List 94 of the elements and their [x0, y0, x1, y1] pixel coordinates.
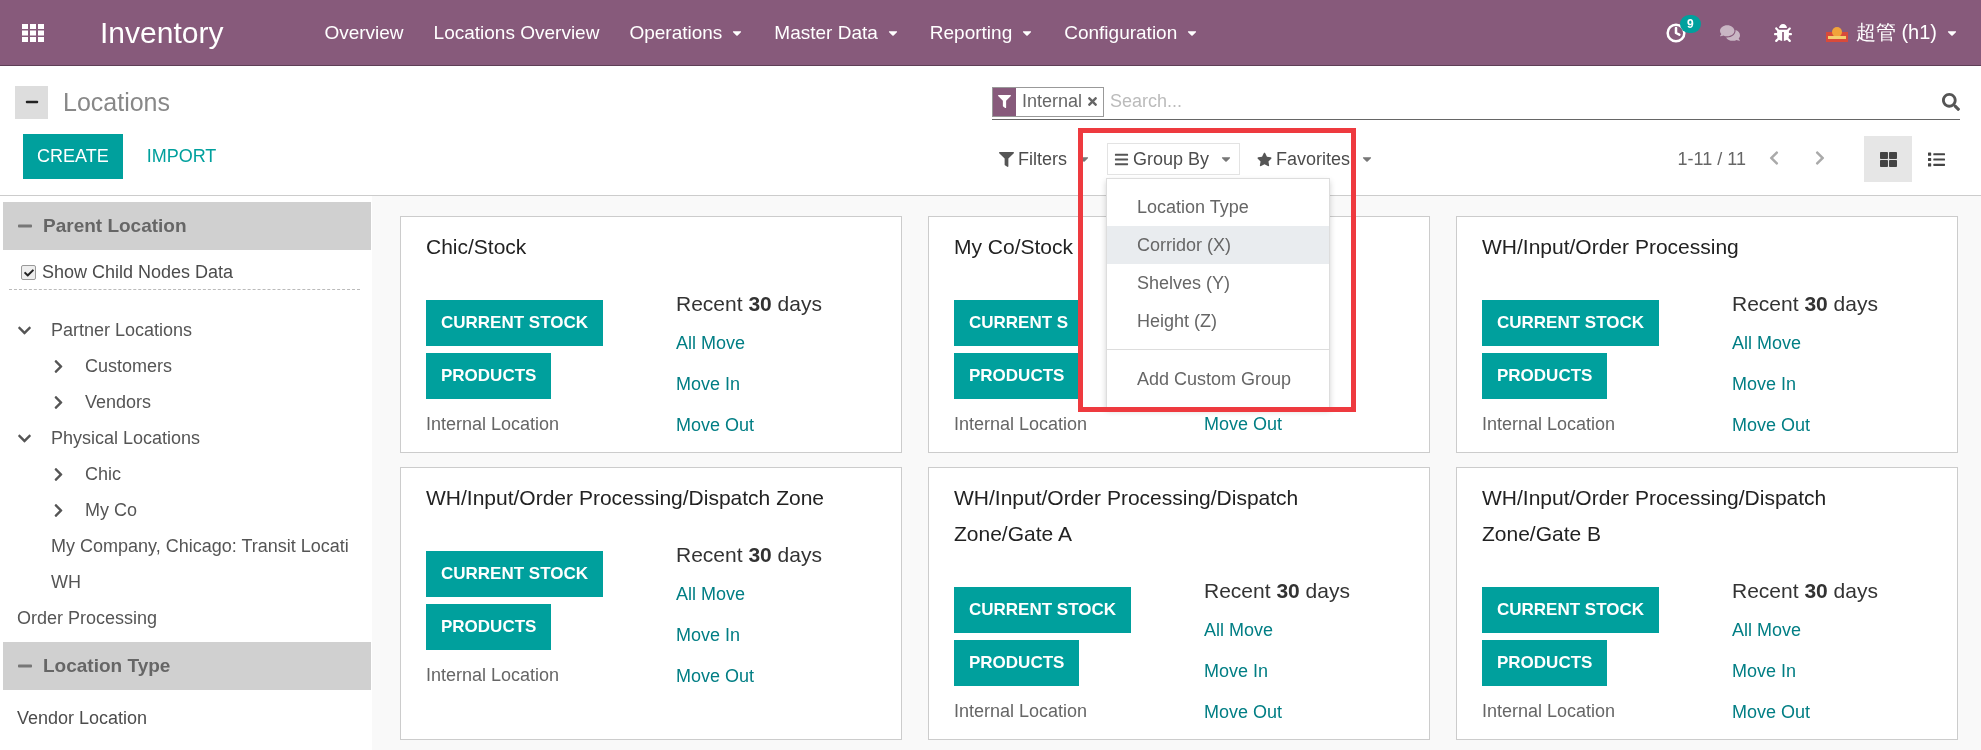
menu-item[interactable]: Reporting — [914, 21, 1050, 44]
current-stock-button[interactable]: CURRENT STOCK — [426, 300, 604, 346]
facet-label: Internal — [1021, 91, 1084, 112]
location-type: Internal Location — [426, 665, 560, 686]
create-button[interactable]: CREATE — [23, 134, 123, 179]
move-link[interactable]: Move In — [676, 625, 741, 646]
list-icon — [1927, 150, 1945, 168]
menu-item[interactable]: Overview — [309, 21, 419, 44]
move-link[interactable]: Move In — [676, 374, 741, 395]
menu-option[interactable]: Height (Z) — [1107, 302, 1329, 340]
tree-item[interactable]: Customers — [3, 348, 372, 384]
tree-item[interactable]: Order Processing — [3, 600, 372, 636]
grid-icon — [1879, 150, 1897, 168]
card-title: Chic/Stock — [426, 234, 527, 260]
move-link[interactable]: Move In — [1732, 661, 1797, 682]
search-bar[interactable]: Internal Search... — [992, 84, 1960, 120]
pager: 1-11 / 11 — [1677, 148, 1746, 170]
tree-item[interactable]: Physical Locations — [3, 420, 372, 456]
menu-option[interactable]: Location Type — [1107, 188, 1329, 226]
chat-icon[interactable] — [1719, 22, 1740, 43]
tree-item[interactable]: Partner Locations — [3, 312, 372, 348]
recent-days: Recent 30 days — [1204, 579, 1350, 603]
move-link[interactable]: All Move — [1732, 620, 1802, 641]
card-title: WH/Input/Order Processing/Dispatch Zone/Gate A — [954, 485, 1300, 547]
location-type: Internal Location — [1482, 414, 1616, 435]
search-option-toggle[interactable]: Group By — [1107, 143, 1241, 175]
import-button[interactable]: IMPORT — [132, 134, 231, 179]
move-link[interactable]: Move In — [1204, 661, 1269, 682]
recent-days: Recent 30 days — [1732, 292, 1878, 316]
filter-item[interactable]: Vendor Location — [3, 690, 372, 729]
tree-item[interactable]: Vendors — [3, 384, 372, 420]
tree-item[interactable]: My Company, Chicago: Transit Locati — [3, 528, 372, 564]
move-link[interactable]: All Move — [1732, 333, 1802, 354]
menu-item[interactable]: Operations — [614, 21, 760, 44]
menu-item[interactable]: Master Data — [759, 21, 915, 44]
move-link[interactable]: Move In — [1732, 374, 1797, 395]
menu-option[interactable]: Shelves (Y) — [1107, 264, 1329, 302]
current-stock-button[interactable]: CURRENT STOCK — [1482, 587, 1660, 633]
card-title: WH/Input/Order Processing/Dispatch Zone/Gate B — [1482, 485, 1828, 547]
search-facet[interactable]: Internal — [992, 86, 1105, 117]
card-title: WH/Input/Order Processing — [1482, 234, 1739, 260]
kanban-view-button[interactable] — [1864, 136, 1912, 182]
star-icon — [1257, 151, 1272, 167]
checkbox[interactable] — [21, 265, 36, 280]
section-header[interactable]: Location Type — [3, 642, 371, 690]
location-type: Internal Location — [1482, 701, 1616, 722]
move-link[interactable]: Move Out — [676, 415, 755, 436]
current-stock-button[interactable]: CURRENT STOCK — [1482, 300, 1660, 346]
recent-days: Recent 30 days — [676, 543, 822, 567]
products-button[interactable]: PRODUCTS — [1482, 640, 1608, 686]
recent-days: Recent 30 days — [676, 292, 822, 316]
user-menu[interactable]: 超管 (h1) — [1825, 19, 1959, 46]
move-link[interactable]: Move Out — [1204, 414, 1283, 435]
products-button[interactable]: PRODUCTS — [1482, 353, 1608, 399]
breadcrumb: Locations — [63, 87, 171, 117]
menu-item[interactable]: Configuration — [1049, 21, 1215, 44]
checkbox-label: Show Child Nodes Data — [42, 262, 234, 283]
products-button[interactable]: PRODUCTS — [954, 640, 1080, 686]
move-link[interactable]: All Move — [1204, 620, 1274, 641]
tree-item[interactable]: Chic — [3, 456, 372, 492]
search-icon[interactable] — [1942, 92, 1960, 111]
move-link[interactable]: Move Out — [676, 666, 755, 687]
card-title: WH/Input/Order Processing/Dispatch Zone — [426, 485, 824, 511]
tree-item[interactable]: WH — [3, 564, 372, 600]
close-icon[interactable] — [1086, 95, 1100, 108]
count-badge: 9 — [1679, 14, 1701, 33]
products-button[interactable]: PRODUCTS — [426, 604, 552, 650]
clock-icon[interactable] — [1665, 22, 1686, 43]
location-type: Internal Location — [954, 701, 1088, 722]
recent-days: Recent 30 days — [1732, 579, 1878, 603]
location-type: Internal Location — [954, 414, 1088, 435]
tree-item[interactable]: My Co — [3, 492, 372, 528]
toggle-sidebar-button[interactable] — [15, 85, 48, 119]
bug-icon[interactable] — [1773, 23, 1792, 42]
move-link[interactable]: All Move — [676, 584, 746, 605]
bars-icon — [1114, 151, 1129, 167]
section-header[interactable]: Parent Location — [3, 202, 371, 250]
filter-icon — [998, 95, 1011, 108]
location-type: Internal Location — [426, 414, 560, 435]
app-name: Inventory — [100, 15, 224, 50]
current-stock-button[interactable]: CURRENT STOCK — [426, 551, 604, 597]
menu-option[interactable]: Corridor (X) — [1107, 226, 1329, 264]
apps-icon[interactable] — [22, 23, 44, 42]
move-link[interactable]: All Move — [676, 333, 746, 354]
add-custom-group[interactable]: Add Custom Group — [1107, 360, 1329, 398]
menu-item[interactable]: Locations Overview — [418, 21, 615, 44]
move-link[interactable]: Move Out — [1204, 702, 1283, 723]
move-link[interactable]: Move Out — [1732, 415, 1811, 436]
current-stock-button[interactable]: CURRENT STOCK — [954, 587, 1132, 633]
products-button[interactable]: PRODUCTS — [426, 353, 552, 399]
move-link[interactable]: Move Out — [1732, 702, 1811, 723]
products-button[interactable]: PRODUCTS — [954, 353, 1080, 399]
filter-icon — [999, 151, 1014, 167]
card-title: My Co/Stock — [954, 234, 1074, 260]
